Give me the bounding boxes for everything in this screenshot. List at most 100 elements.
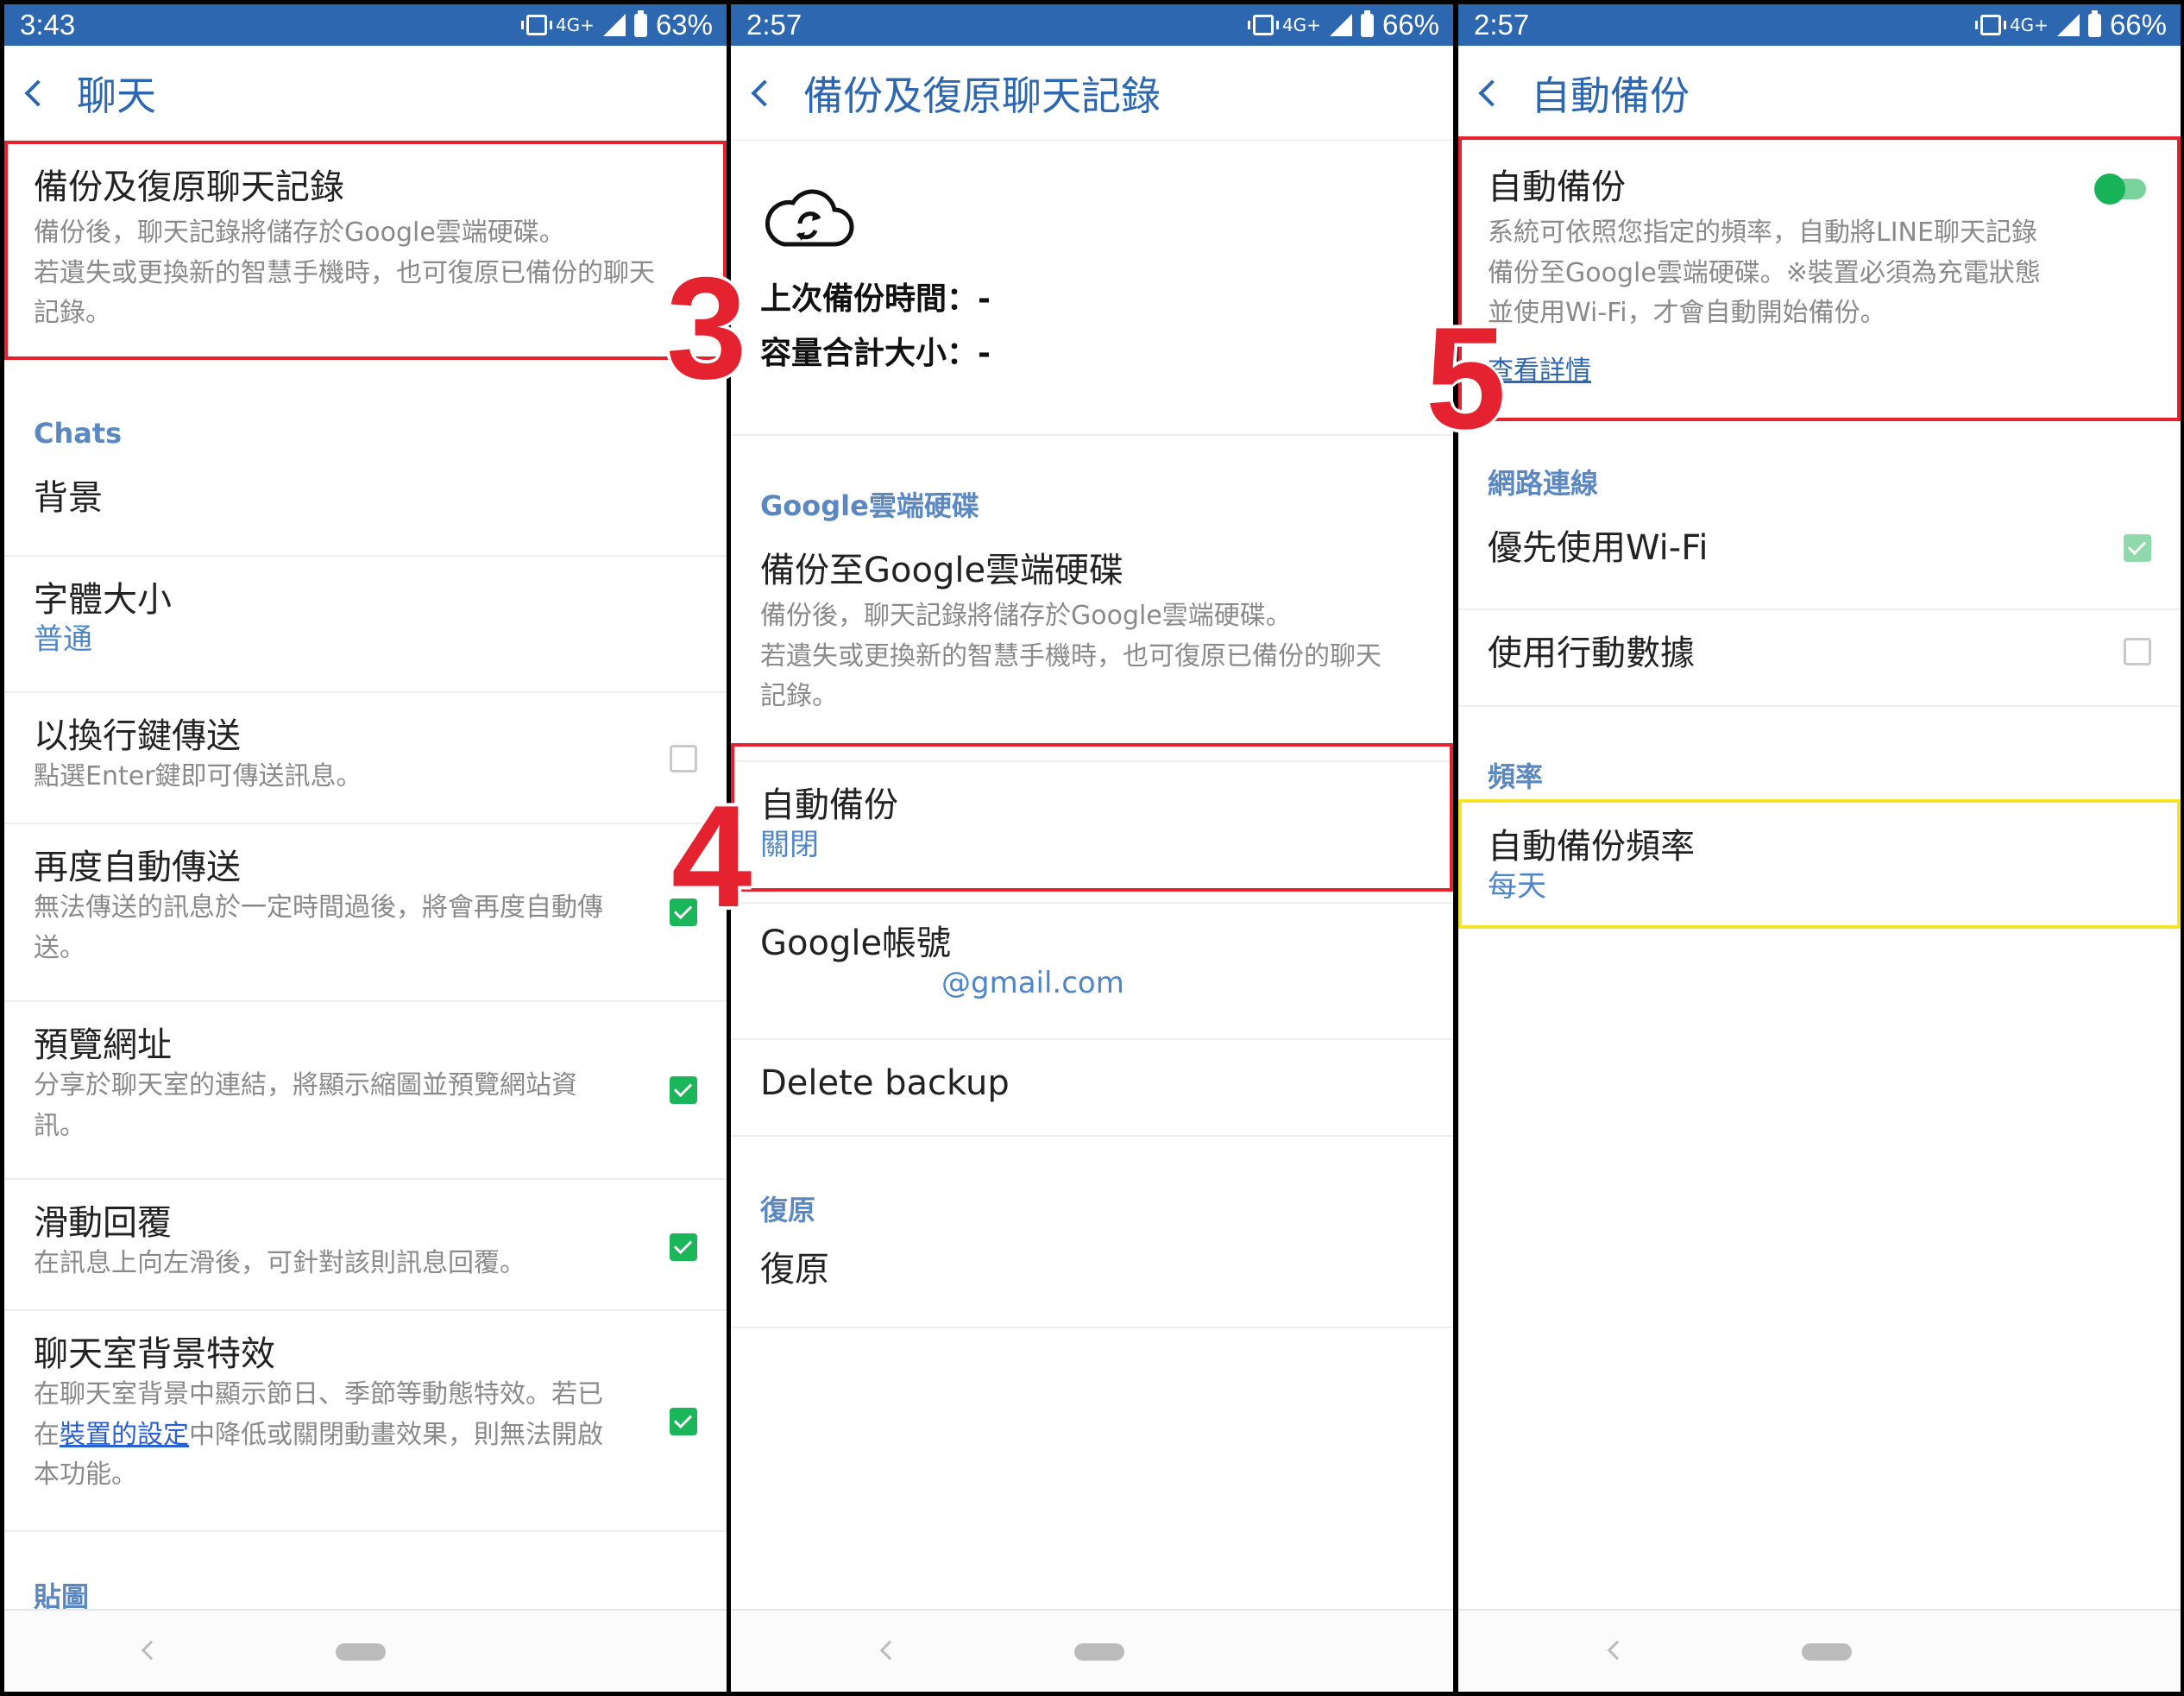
backup-to-drive-item[interactable]: 備份至Google雲端硬碟 備份後，聊天記錄將儲存於Google雲端硬碟。 若遺… bbox=[731, 538, 1453, 762]
item-title: 字體大小 bbox=[34, 580, 172, 620]
item-value: 每天 bbox=[1488, 869, 1546, 904]
delete-backup-item[interactable]: Delete backup bbox=[731, 1040, 1453, 1137]
auto-backup-toggle-item[interactable]: 自動備份 系統可依照您指定的頻率，自動將LINE聊天記錄 備份至Google雲端… bbox=[1458, 141, 2181, 419]
vibrate-icon bbox=[520, 15, 552, 35]
item-title: 備份及復原聊天記錄 bbox=[34, 167, 344, 207]
prefer-wifi-item[interactable]: 優先使用Wi-Fi bbox=[1458, 514, 2181, 610]
status-time: 2:57 bbox=[1474, 9, 1530, 41]
settings-item-url-preview[interactable]: 預覽網址 分享於聊天室的連結，將顯示縮圖並預覽網站資 訊。 bbox=[4, 1002, 727, 1180]
item-title: 復原 bbox=[760, 1250, 829, 1289]
app-bar: 自動備份 bbox=[1458, 46, 2181, 141]
item-desc: 無法傳送的訊息於一定時間過後，將會再度自動傳 bbox=[34, 892, 603, 923]
auto-backup-toggle[interactable] bbox=[2094, 173, 2149, 205]
page-title: 備份及復原聊天記錄 bbox=[803, 72, 1161, 119]
item-title: 背景 bbox=[34, 478, 103, 518]
desc-text: 中降低或關閉動畫效果，則無法開啟 bbox=[189, 1419, 603, 1450]
section-header-stickers: 貼圖 bbox=[34, 1580, 90, 1613]
device-settings-link[interactable]: 裝置的設定 bbox=[60, 1420, 189, 1450]
item-value: 關閉 bbox=[760, 828, 819, 862]
item-title: 優先使用Wi-Fi bbox=[1488, 528, 1709, 568]
item-desc: 訊。 bbox=[34, 1110, 85, 1141]
swipe-reply-checkbox[interactable] bbox=[670, 1233, 697, 1261]
item-desc: 備份後，聊天記錄將儲存於Google雲端硬碟。 bbox=[34, 218, 565, 248]
system-nav-bar bbox=[731, 1609, 1453, 1692]
back-arrow-icon[interactable] bbox=[24, 79, 52, 107]
last-backup-time: 上次備份時間：- bbox=[760, 281, 991, 317]
prefer-wifi-checkbox[interactable] bbox=[2124, 534, 2151, 562]
use-mobile-data-item[interactable]: 使用行動數據 bbox=[1458, 610, 2181, 707]
item-title: 滑動回覆 bbox=[34, 1203, 172, 1243]
item-desc: 分享於聊天室的連結，將顯示縮圖並預覽網站資 bbox=[34, 1070, 577, 1100]
item-desc: 點選Enter鍵即可傳送訊息。 bbox=[34, 761, 362, 791]
status-time: 2:57 bbox=[746, 9, 802, 41]
mobile-data-checkbox[interactable] bbox=[2124, 638, 2151, 665]
system-nav-bar bbox=[4, 1609, 727, 1692]
nav-back-icon[interactable] bbox=[141, 1640, 161, 1661]
section-header-chats: Chats bbox=[34, 417, 123, 450]
auto-backup-screen: 2:57 4G+ 66% 自動備份 自動備份 系統可依照您指定的頻率，自動將LI… bbox=[1458, 4, 2181, 1692]
item-title: 備份至Google雲端硬碟 bbox=[760, 551, 1124, 590]
nav-home-icon[interactable] bbox=[1074, 1643, 1124, 1661]
item-desc: 並使用Wi-Fi，才會自動開始備份。 bbox=[1488, 298, 1886, 328]
item-value: @gmail.com bbox=[941, 966, 1124, 1000]
item-title: 自動備份頻率 bbox=[1488, 827, 1695, 867]
item-title: 聊天室背景特效 bbox=[34, 1334, 275, 1374]
nav-home-icon[interactable] bbox=[1802, 1643, 1852, 1661]
restore-item[interactable]: 復原 bbox=[731, 1232, 1453, 1328]
settings-item-swipe-reply[interactable]: 滑動回覆 在訊息上向左滑後，可針對該則訊息回覆。 bbox=[4, 1180, 727, 1311]
settings-item-auto-resend[interactable]: 再度自動傳送 無法傳送的訊息於一定時間過後，將會再度自動傳 送。 bbox=[4, 824, 727, 1002]
back-arrow-icon[interactable] bbox=[751, 79, 778, 107]
item-desc: 記錄。 bbox=[760, 681, 838, 711]
item-title: 預覽網址 bbox=[34, 1025, 172, 1065]
step-number-3: 3 bbox=[666, 247, 747, 409]
status-time: 3:43 bbox=[20, 9, 76, 41]
signal-icon bbox=[602, 14, 626, 36]
network-type: 4G+ bbox=[1281, 15, 1321, 35]
app-bar: 備份及復原聊天記錄 bbox=[731, 46, 1453, 141]
vibrate-icon bbox=[1974, 15, 2006, 35]
background-effects-checkbox[interactable] bbox=[670, 1408, 697, 1435]
step-number-5: 5 bbox=[1426, 297, 1507, 459]
signal-icon bbox=[2056, 14, 2080, 36]
item-desc: 系統可依照您指定的頻率，自動將LINE聊天記錄 bbox=[1488, 218, 2037, 248]
total-size: 容量合計大小：- bbox=[760, 336, 991, 371]
enter-to-send-checkbox[interactable] bbox=[670, 745, 697, 772]
chat-settings-screen: 3:43 4G+ 63% 聊天 備份及復原聊天記錄 備份後，聊天記錄將儲存於Go… bbox=[4, 4, 727, 1692]
battery-level: 66% bbox=[2109, 9, 2167, 41]
backup-restore-screen: 2:57 4G+ 66% 備份及復原聊天記錄 上次備份時間：- 容量合計大小：-… bbox=[731, 4, 1453, 1692]
settings-item-font-size[interactable]: 字體大小 普通 bbox=[4, 557, 727, 693]
google-account-item[interactable]: Google帳號 @gmail.com bbox=[731, 904, 1453, 1040]
nav-back-icon[interactable] bbox=[1607, 1640, 1627, 1661]
status-bar: 3:43 4G+ 63% bbox=[4, 4, 727, 46]
settings-item-chat-background-effects[interactable]: 聊天室背景特效 在聊天室背景中顯示節日、季節等動態特效。若已 在裝置的設定中降低… bbox=[4, 1311, 727, 1532]
url-preview-checkbox[interactable] bbox=[670, 1076, 697, 1104]
signal-icon bbox=[1329, 14, 1352, 36]
item-title: 自動備份 bbox=[760, 785, 898, 825]
item-desc: 在裝置的設定中降低或關閉動畫效果，則無法開啟 bbox=[34, 1415, 697, 1456]
system-nav-bar bbox=[1458, 1609, 2181, 1692]
auto-backup-item[interactable]: 自動備份 關閉 bbox=[731, 762, 1453, 904]
item-desc: 在訊息上向左滑後，可針對該則訊息回覆。 bbox=[34, 1248, 526, 1278]
desc-text: 在 bbox=[34, 1419, 60, 1450]
page-title: 聊天 bbox=[77, 72, 156, 119]
battery-icon bbox=[633, 9, 647, 37]
item-desc: 記錄。 bbox=[34, 298, 111, 328]
settings-item-background[interactable]: 背景 bbox=[4, 462, 727, 557]
backup-restore-item[interactable]: 備份及復原聊天記錄 備份後，聊天記錄將儲存於Google雲端硬碟。 若遺失或更換… bbox=[4, 141, 727, 360]
item-desc: 若遺失或更換新的智慧手機時，也可復原已備份的聊天 bbox=[760, 640, 1382, 671]
section-header-network: 網路連線 bbox=[1488, 467, 1599, 500]
item-desc: 本功能。 bbox=[34, 1460, 137, 1490]
backup-frequency-item[interactable]: 自動備份頻率 每天 bbox=[1458, 809, 2181, 938]
nav-home-icon[interactable] bbox=[336, 1643, 386, 1661]
cloud-sync-icon bbox=[765, 189, 854, 247]
section-header-google-drive: Google雲端硬碟 bbox=[760, 489, 979, 522]
vibrate-icon bbox=[1247, 15, 1279, 35]
battery-level: 63% bbox=[655, 9, 713, 41]
network-type: 4G+ bbox=[555, 15, 595, 35]
item-title: Delete backup bbox=[760, 1063, 1010, 1103]
back-arrow-icon[interactable] bbox=[1478, 79, 1506, 107]
toggle-thumb bbox=[2094, 173, 2125, 205]
item-title: 使用行動數據 bbox=[1488, 634, 1695, 673]
nav-back-icon[interactable] bbox=[879, 1640, 900, 1661]
settings-item-enter-to-send[interactable]: 以換行鍵傳送 點選Enter鍵即可傳送訊息。 bbox=[4, 693, 727, 824]
